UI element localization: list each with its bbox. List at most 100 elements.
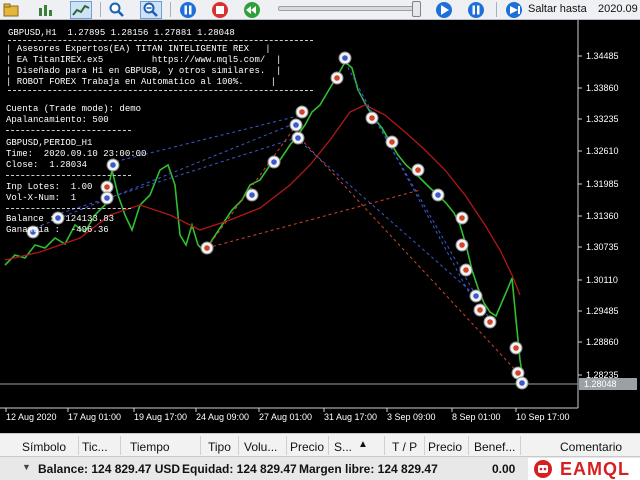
speed-slider-thumb[interactable] [412,1,421,17]
time-axis-label: 27 Aug 01:00 [259,412,312,422]
eamql-logo-text: EAMQL [560,458,630,479]
time-axis-label: 12 Aug 2020 [6,412,57,422]
trade-marker-dot [415,167,421,173]
eamql-logo: EAMQL [528,458,640,480]
column-header-sl[interactable]: S... [334,440,352,454]
toolbar: Saltar hasta 2020.09 [0,0,640,20]
trade-marker-dot [104,184,110,190]
sell-trade-connector [299,137,521,376]
trade-marker-dot [369,115,375,121]
trade-marker-dot [463,267,469,273]
balance-row-marker-icon: ▼ [22,462,31,472]
pause-icon[interactable] [178,1,198,19]
mt5-strategy-tester-window: Saltar hasta 2020.09 1.34485 1.33860 1.332… [0,0,640,480]
column-header-comment[interactable]: Comentario [560,440,622,454]
column-header-price[interactable]: Precio [290,440,324,454]
time-axis-label: 3 Sep 09:00 [387,412,436,422]
time-axis-label: 17 Aug 01:00 [68,412,121,422]
toolbar-separator [100,2,101,17]
trade-marker-dot [271,159,277,165]
eamql-logo-mark-icon [534,460,552,478]
price-axis-label: 1.34485 [586,51,619,61]
current-price-label: 1.28048 [584,379,617,389]
balance-text: Balance : 124133.83 [6,214,115,224]
price-axis-label: 1.33860 [586,83,619,93]
trade-marker-dot [204,245,210,251]
trade-marker-dot [513,345,519,351]
price-chart[interactable]: 1.34485 1.33860 1.33235 1.32610 1.31985 1.313… [0,20,640,430]
ea-box-top-border [8,40,313,41]
line-chart-icon[interactable] [70,1,92,19]
jump-date-input[interactable]: 2020.09 [598,3,638,15]
trade-marker-dot [435,192,441,198]
sort-arrow-icon[interactable]: ▲ [358,439,368,450]
toolbar-separator [496,2,497,17]
ea-box-line-3: | Diseñado para H1 en GBPUSB, y otros si… [6,66,282,76]
ea-box-line-4: | ROBOT FOREX Trabaja en Automatico al 1… [6,77,277,87]
trade-marker-dot [249,192,255,198]
speed-slider-track[interactable] [278,6,418,11]
stop-icon[interactable] [210,1,230,19]
jump-to-date-icon[interactable] [504,1,524,19]
trade-marker-dot [299,109,305,115]
step-icon[interactable] [242,1,262,19]
price-axis-label: 1.31985 [586,179,619,189]
trade-marker-dot [104,195,110,201]
equity-value: Equidad: 124 829.47 [182,462,297,476]
price-axis-label: 1.32610 [586,146,619,156]
balance-value: Balance: 124 829.47 USD [38,462,181,476]
play-icon[interactable] [434,1,454,19]
buy-trade-connector [357,89,491,321]
trade-marker-dot [293,122,299,128]
zoom-out-icon[interactable] [140,1,162,19]
column-header-time[interactable]: Tiempo [130,440,170,454]
trade-marker-dot [473,293,479,299]
vol-x-num-text: Vol-X-Num: 1 [6,193,77,203]
column-header-price-current[interactable]: Precio [428,440,462,454]
close-text: Close: 1.28034 [6,160,88,170]
bar-chart-icon[interactable] [36,1,56,19]
divider [6,130,131,131]
folder-icon[interactable] [2,1,20,19]
ganancia-text: Ganancia : -496.36 [6,225,109,235]
trade-marker-dot [477,307,483,313]
trade-marker-dot [519,380,525,386]
price-axis-label: 1.33235 [586,114,619,124]
trade-table-header: Símbolo Tic... Tiempo Tipo Volu... Preci… [0,433,640,457]
trade-marker-dot [487,319,493,325]
trade-marker-dot [389,139,395,145]
leverage-text: Apalancamiento: 500 [6,115,109,125]
column-header-symbol[interactable]: Símbolo [22,440,66,454]
trade-marker-dot [295,135,301,141]
price-axis-label: 1.30110 [586,275,618,285]
time-axis-label: 8 Sep 01:00 [452,412,501,422]
column-header-tp[interactable]: T / P [392,440,417,454]
toolbar-separator [170,2,171,17]
trade-mode-text: Cuenta (Trade mode): demo [6,104,142,114]
time-text: Time: 2020.09.10 23:00:00 [6,149,147,159]
column-header-type[interactable]: Tipo [208,440,231,454]
ea-box-line-2: | EA TitanIREX.ex5 https://www.mql5.com/… [6,55,282,65]
price-axis-label: 1.29485 [586,306,619,316]
pause-icon[interactable] [466,1,486,19]
jump-to-label: Saltar hasta [528,3,587,15]
ea-box-bottom-border [8,90,313,91]
zoom-in-icon[interactable] [108,1,126,19]
column-header-volume[interactable]: Volu... [244,440,277,454]
trade-marker-dot [110,162,116,168]
time-axis-label: 31 Aug 17:00 [324,412,377,422]
price-axis-label: 1.31360 [586,211,619,221]
divider [6,208,131,209]
divider [6,175,131,176]
trade-marker-dot [515,370,521,376]
trade-marker-dot [459,242,465,248]
column-header-profit[interactable]: Benef... [474,440,515,454]
symbol-ohlc-line: GBPUSD,H1 1.27895 1.28156 1.27881 1.2804… [8,28,235,38]
price-axis-label: 1.30735 [586,242,619,252]
column-header-ticket[interactable]: Tic... [82,440,108,454]
trade-marker-dot [334,75,340,81]
trade-marker-dot [342,55,348,61]
free-margin-value: Margen libre: 124 829.47 [299,462,438,476]
period-text: GBPUSD,PERIOD_H1 [6,138,93,148]
time-axis-label: 24 Aug 09:00 [196,412,249,422]
